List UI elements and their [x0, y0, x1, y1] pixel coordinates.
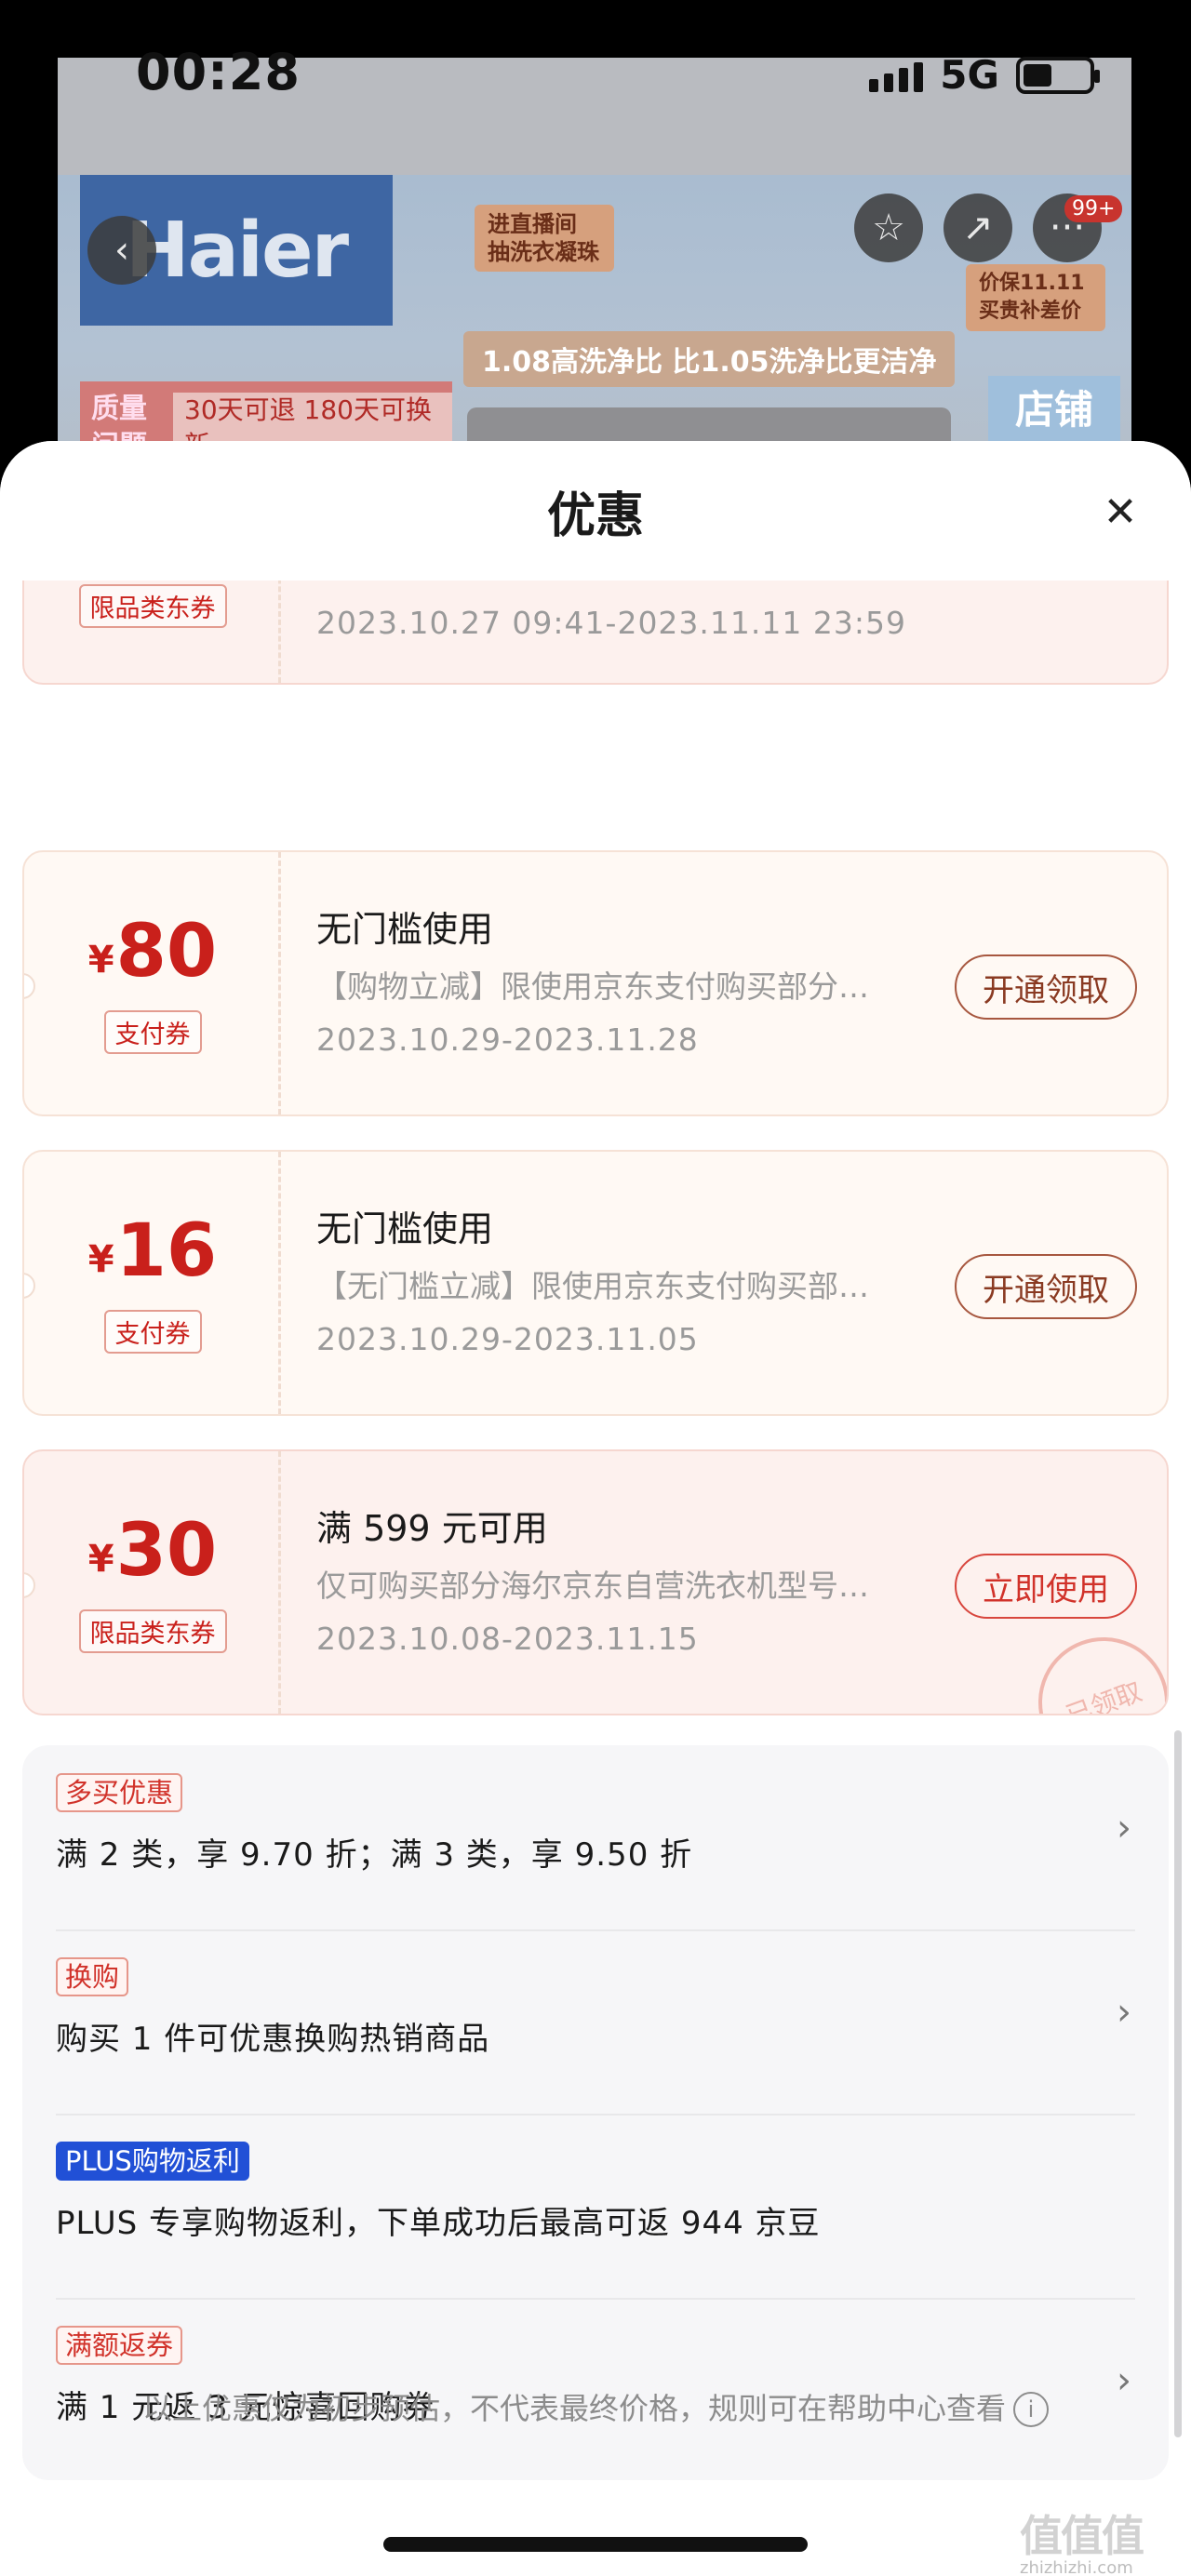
site-watermark: 值值值 zhizhizhi.com	[1020, 2511, 1144, 2576]
price-protect-badge: 价保11.11 买贵补差价	[966, 264, 1105, 331]
promo-row-multi-buy[interactable]: 多买优惠 满 2 类，享 9.70 折；满 3 类，享 9.50 折 ›	[22, 1745, 1169, 1929]
discount-sheet: 限品类东券 2023.10.27 09:41-2023.11.11 23:59 …	[0, 441, 1191, 2576]
coupon-date: 2023.10.29-2023.11.05	[316, 1321, 699, 1357]
coupon-desc: 【购物立减】限使用京东支付购买部分商品	[316, 968, 893, 1005]
coupon-left: ¥30 限品类东券	[24, 1451, 281, 1714]
promo-tag: 满额返券	[56, 2326, 183, 2365]
coupon-amount: ¥80	[87, 910, 218, 994]
close-icon[interactable]: ✕	[1094, 486, 1146, 538]
sheet-title: 优惠	[546, 488, 644, 544]
coupon-type-tag: 限品类东券	[78, 1609, 227, 1653]
promo-tag: PLUS购物返利	[56, 2142, 249, 2181]
coupon-amount: ¥30	[87, 1509, 218, 1593]
claimed-stamp: 已领取	[1020, 1619, 1167, 1714]
promo-row-trade-in[interactable]: 换购 购买 1 件可优惠换购热销商品 ›	[22, 1929, 1169, 2114]
promo-tag: 多买优惠	[56, 1773, 183, 1812]
sheet-header: 优惠 ✕	[0, 441, 1191, 581]
claim-button[interactable]: 开通领取	[955, 1254, 1137, 1319]
live-promo-badge: 进直播间 抽洗衣凝珠	[475, 205, 614, 272]
home-indicator[interactable]	[383, 2537, 808, 2552]
coupon-title: 满 599 元可用	[316, 1508, 548, 1549]
scrollbar[interactable]	[1174, 1730, 1182, 2437]
battery-icon	[1016, 56, 1100, 94]
notification-badge: 99+	[1064, 195, 1123, 222]
favorite-icon[interactable]: ☆	[854, 194, 923, 262]
coupon-date: 2023.10.08-2023.11.15	[316, 1621, 699, 1657]
coupon-date: 2023.10.29-2023.11.28	[316, 1021, 699, 1058]
promotion-list: 多买优惠 满 2 类，享 9.70 折；满 3 类，享 9.50 折 › 换购 …	[22, 1745, 1169, 2480]
coupon-card: ¥80 支付券 无门槛使用 【购物立减】限使用京东支付购买部分商品 2023.1…	[22, 850, 1169, 1116]
coupon-card: ¥30 限品类东券 满 599 元可用 仅可购买部分海尔京东自营洗衣机型号商品 …	[22, 1449, 1169, 1715]
coupon-desc: 【无门槛立减】限使用京东支付购买部分商品	[316, 1268, 893, 1304]
coupon-type-tag: 支付券	[103, 1010, 202, 1054]
back-icon[interactable]: ‹	[87, 216, 156, 285]
coupon-left: ¥16 支付券	[24, 1152, 281, 1414]
coupon-amount: ¥16	[87, 1209, 218, 1293]
promo-tag: 换购	[56, 1957, 129, 1996]
coupon-desc: 仅可购买部分海尔京东自营洗衣机型号商品	[316, 1568, 893, 1604]
chevron-right-icon: ›	[1117, 1807, 1131, 1849]
info-icon[interactable]: i	[1013, 2392, 1049, 2427]
share-icon[interactable]: ↗	[943, 194, 1012, 262]
compare-promo: 1.08高洗净比 比1.05洗净比更洁净	[463, 331, 956, 387]
chevron-right-icon: ›	[1117, 1991, 1131, 2034]
disclaimer: 以上优惠仅为初步预估，不代表最终价格，规则可在帮助中心查看 i	[0, 2385, 1191, 2428]
coupon-title: 无门槛使用	[316, 909, 494, 950]
promo-text: 满 2 类，享 9.70 折；满 3 类，享 9.50 折	[56, 1836, 693, 1874]
status-icons: 5G	[869, 52, 1100, 98]
network-type: 5G	[940, 52, 999, 98]
sheet-content[interactable]: 限品类东券 2023.10.27 09:41-2023.11.11 23:59 …	[0, 543, 1191, 2576]
status-time: 00:28	[136, 43, 301, 101]
promo-text: 购买 1 件可优惠换购热销商品	[56, 2021, 490, 2058]
claim-button[interactable]: 开通领取	[955, 954, 1137, 1020]
use-now-button[interactable]: 立即使用	[955, 1554, 1137, 1619]
status-bar: 00:28 5G	[58, 39, 1131, 113]
coupon-type-tag: 限品类东券	[78, 584, 227, 628]
coupon-card: ¥16 支付券 无门槛使用 【无门槛立减】限使用京东支付购买部分商品 2023.…	[22, 1150, 1169, 1416]
signal-icon	[869, 59, 924, 92]
coupon-left: ¥80 支付券	[24, 852, 281, 1114]
promo-text: PLUS 专享购物返利，下单成功后最高可返 944 京豆	[56, 2205, 821, 2242]
promo-row-plus-rebate: PLUS购物返利 PLUS 专享购物返利，下单成功后最高可返 944 京豆	[22, 2114, 1169, 2298]
disclaimer-text: 以上优惠仅为初步预估，不代表最终价格，规则可在帮助中心查看	[141, 2391, 1006, 2426]
coupon-type-tag: 支付券	[103, 1310, 202, 1354]
coupon-date: 2023.10.27 09:41-2023.11.11 23:59	[316, 605, 906, 641]
coupon-title: 无门槛使用	[316, 1208, 494, 1249]
